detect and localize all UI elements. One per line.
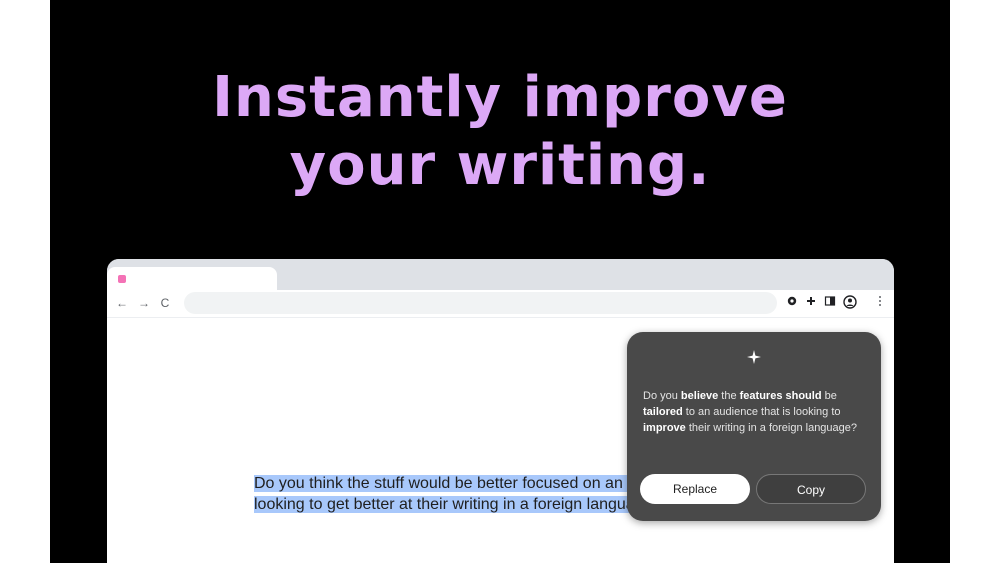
suggestion-highlight: features should [739,390,822,402]
suggestion-segment: the [718,390,740,402]
side-panel-icon[interactable] [823,295,837,311]
headline: Instantly improve your writing. [50,64,950,200]
back-icon[interactable]: ← [115,295,129,311]
menu-icon[interactable] [873,295,887,311]
settings-icon[interactable] [785,295,799,311]
forward-icon[interactable]: → [137,295,151,311]
suggestion-segment: to an audience that is looking to [682,406,841,418]
promo-stage: Instantly improve your writing. ← → C Do… [50,0,950,563]
browser-tab[interactable] [107,267,277,290]
sparkle-icon [627,350,881,369]
suggestion-highlight: believe [680,390,719,402]
reload-icon[interactable]: C [158,295,172,311]
browser-toolbar: ← → C [107,290,894,318]
suggestion-highlight: improve [643,422,686,434]
writing-assistant-popup: Do you believe the features should be ta… [627,332,881,521]
suggestion-segment: Do you [643,390,681,402]
suggestion-segment: their writing in a foreign language? [685,422,858,434]
extensions-icon[interactable] [804,295,818,311]
headline-line-2: your writing. [289,133,711,198]
copy-button[interactable]: Copy [756,474,866,504]
headline-line-1: Instantly improve [212,65,788,130]
replace-button[interactable]: Replace [640,474,750,504]
suggestion-segment: be [821,390,837,402]
favicon-icon [118,275,126,283]
tab-strip [107,259,894,290]
address-bar[interactable] [184,292,777,314]
suggestion-highlight: tailored [643,406,683,418]
profile-icon[interactable] [843,295,857,311]
suggestion-text: Do you believe the features should be ta… [643,388,865,436]
